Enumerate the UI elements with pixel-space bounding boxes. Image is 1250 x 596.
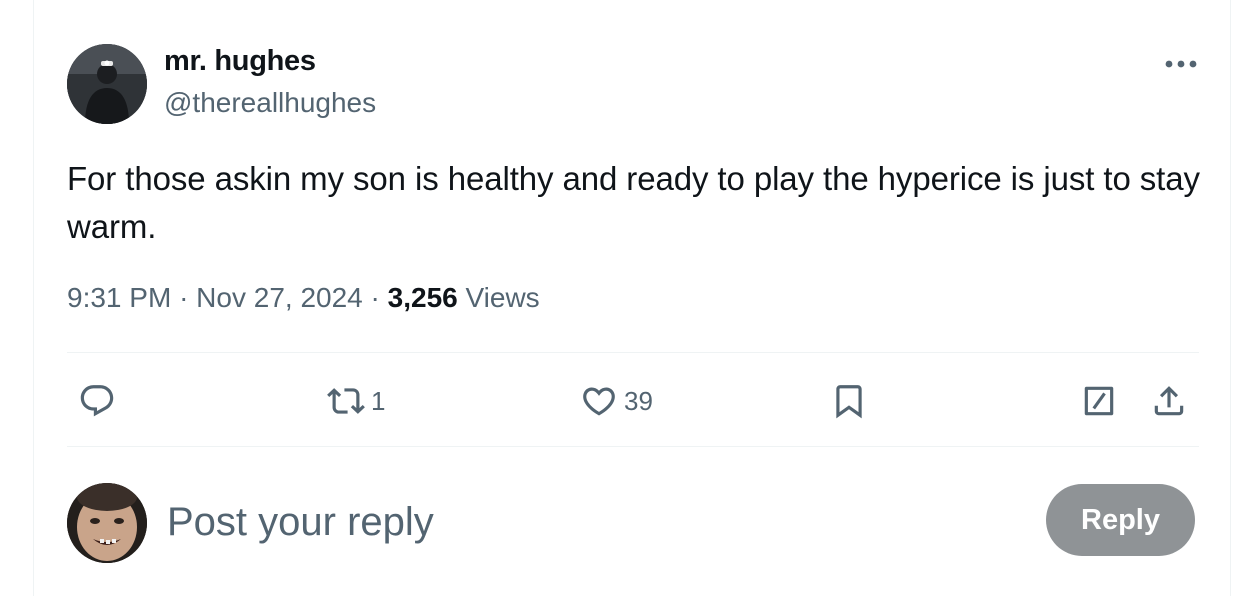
repost-action-button[interactable]: 1 bbox=[327, 378, 385, 424]
views-count[interactable]: 3,256 bbox=[388, 282, 458, 313]
edit-action-button[interactable] bbox=[1080, 378, 1118, 424]
meta-separator: · bbox=[370, 282, 380, 313]
reply-bubble-icon bbox=[80, 385, 114, 417]
reply-input[interactable] bbox=[167, 494, 1027, 550]
bookmark-icon bbox=[836, 385, 862, 419]
repost-icon bbox=[327, 388, 365, 414]
divider-bottom bbox=[67, 446, 1199, 447]
divider-top bbox=[67, 352, 1199, 353]
tweet-meta: 9:31 PM · Nov 27, 2024 · 3,256 Views bbox=[67, 282, 540, 314]
edit-icon bbox=[1084, 386, 1114, 416]
share-action-button[interactable] bbox=[1150, 378, 1188, 424]
heart-icon bbox=[583, 387, 615, 416]
views-label: Views bbox=[465, 282, 540, 313]
like-count: 39 bbox=[624, 385, 653, 416]
share-upload-icon bbox=[1154, 386, 1184, 416]
reply-submit-button[interactable]: Reply bbox=[1046, 484, 1195, 556]
current-user-avatar[interactable] bbox=[67, 483, 147, 563]
more-horizontal-icon bbox=[1165, 60, 1197, 68]
meta-separator: · bbox=[179, 282, 189, 313]
bookmark-action-button[interactable] bbox=[830, 378, 868, 424]
author-display-name[interactable]: mr. hughes bbox=[164, 45, 316, 78]
repost-count: 1 bbox=[371, 385, 386, 416]
reply-action-button[interactable] bbox=[78, 378, 122, 424]
author-avatar[interactable] bbox=[67, 44, 147, 124]
more-options-button[interactable] bbox=[1160, 46, 1202, 82]
author-handle[interactable]: @thereallhughes bbox=[164, 87, 376, 119]
tweet-time[interactable]: 9:31 PM bbox=[67, 282, 171, 313]
tweet-text: For those askin my son is healthy and re… bbox=[67, 160, 1200, 245]
author-avatar-image bbox=[67, 44, 147, 124]
current-user-avatar-image bbox=[67, 483, 147, 563]
tweet-date[interactable]: Nov 27, 2024 bbox=[196, 282, 363, 313]
like-action-button[interactable]: 39 bbox=[580, 378, 653, 424]
